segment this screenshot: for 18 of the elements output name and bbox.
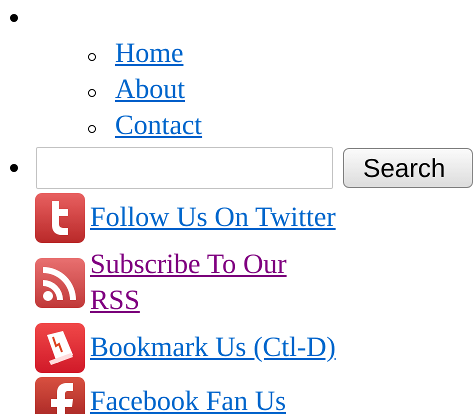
letter-f-icon [35, 377, 85, 414]
bullet-icon [88, 125, 96, 133]
letter-t-icon [35, 193, 85, 243]
bullet-icon [10, 14, 18, 22]
social-link[interactable]: Bookmark Us (Ctl-D) [90, 330, 336, 366]
menu-link[interactable]: Contact [115, 108, 202, 144]
social-link[interactable]: Facebook Fan Us [90, 384, 286, 414]
social-link[interactable]: Subscribe To Our RSS [90, 247, 330, 319]
search-field[interactable] [36, 147, 333, 189]
search-button[interactable]: Search [343, 148, 473, 188]
menu-link[interactable]: About [115, 72, 185, 108]
bullet-icon [88, 89, 96, 97]
social-link[interactable]: Follow Us On Twitter [90, 200, 336, 236]
menu-link[interactable]: Home [115, 36, 184, 72]
bullet-icon [88, 53, 96, 61]
bullet-icon [10, 164, 18, 172]
book-icon [35, 323, 85, 373]
rss-icon [35, 258, 85, 308]
